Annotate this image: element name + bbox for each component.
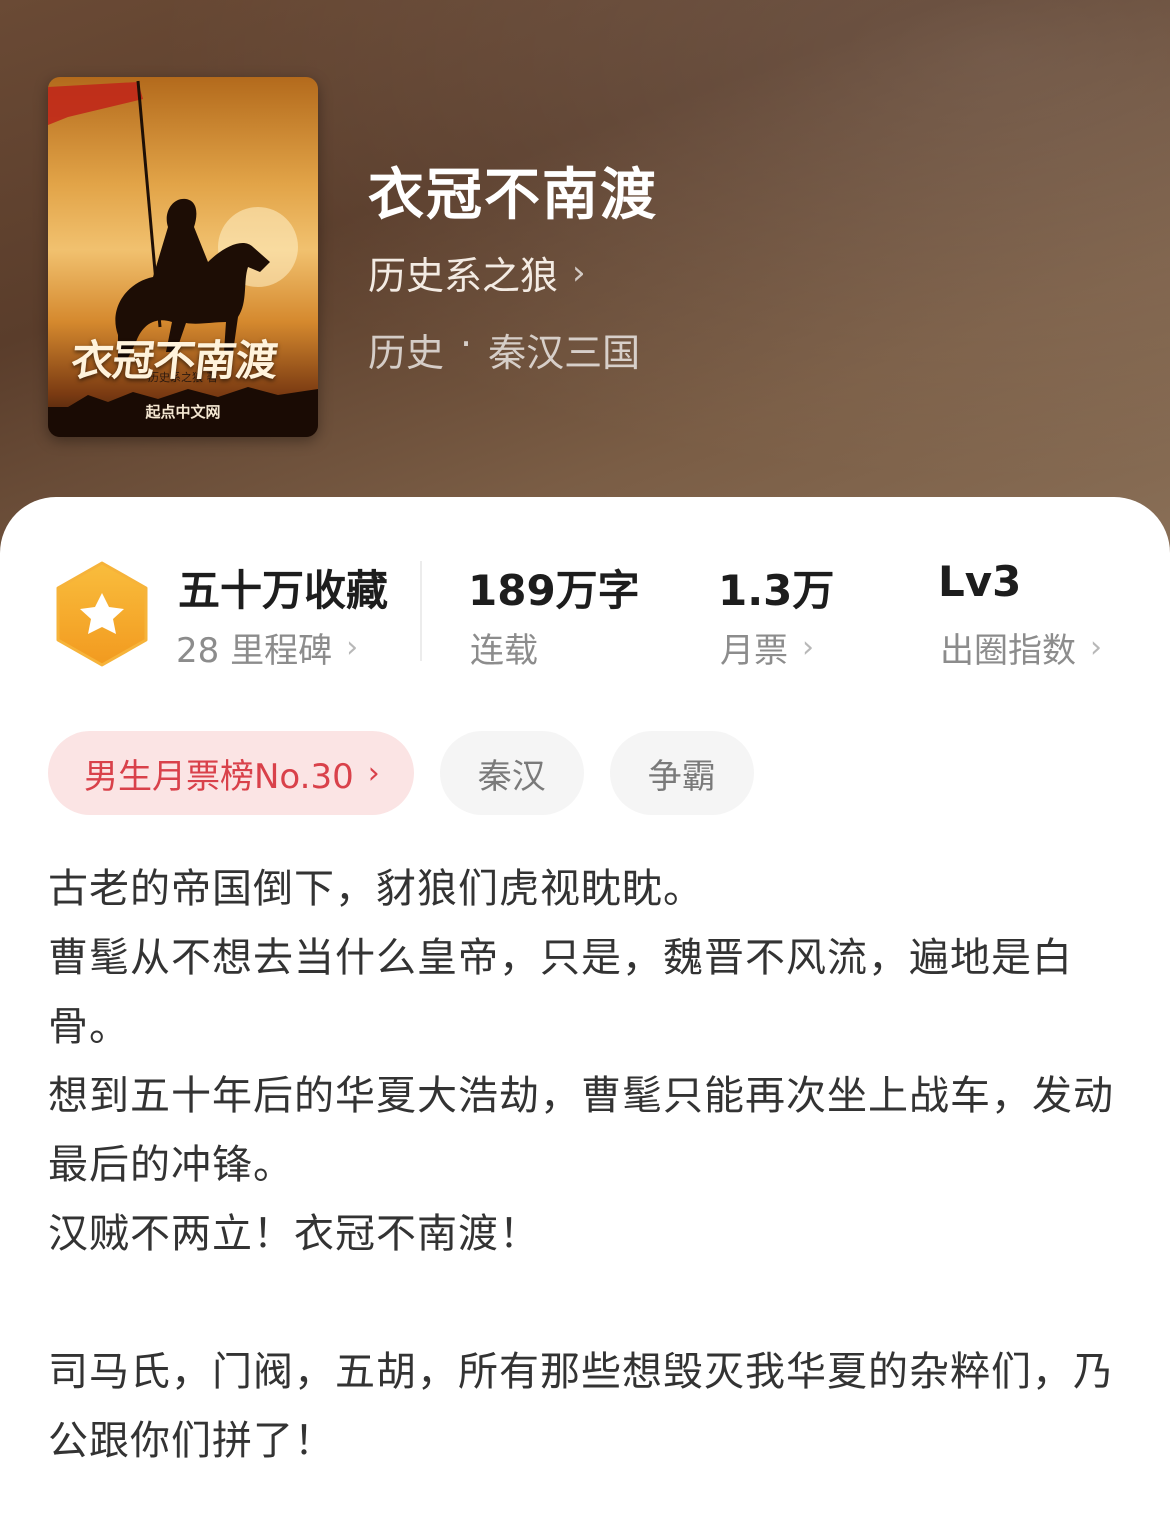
stats-row: 五十万收藏 28 里程碑 › 189万字 连载 1.3万 月票 › Lv3 出圈…: [0, 557, 1170, 677]
serial-status-label: 连载: [470, 631, 538, 671]
chevron-right-icon: ›: [346, 630, 359, 665]
tag-zhengba[interactable]: 争霸: [609, 731, 754, 815]
popularity-level-value: Lv3: [938, 557, 1022, 606]
chevron-right-icon: ›: [802, 630, 814, 665]
cover-title: 衣冠不南渡: [69, 336, 280, 385]
monthly-ticket-value: 1.3万: [718, 566, 835, 615]
stats-divider: [420, 561, 422, 661]
collection-value: 五十万收藏: [178, 566, 389, 615]
popularity-index-label: 出圈指数: [940, 631, 1076, 671]
author-name: 历史系之狼: [368, 254, 559, 298]
popularity-index-link[interactable]: 出圈指数 ›: [940, 623, 1102, 672]
tag-label: 争霸: [647, 756, 716, 797]
chevron-right-icon: ›: [367, 755, 380, 791]
star-badge-icon: [56, 561, 148, 667]
chevron-right-icon: ›: [1090, 630, 1102, 665]
ranking-tag-label: 男生月票榜No.30: [84, 756, 354, 797]
separator: ·: [460, 322, 473, 366]
description-paragraph: 司马氏，门阀，五胡，所有那些想毁灭我华夏的杂粹们，乃公跟你们拼了！: [48, 1349, 1114, 1464]
tag-qinhan[interactable]: 秦汉: [439, 731, 584, 815]
category: 历史: [368, 331, 445, 375]
serial-status: 连载: [470, 623, 538, 672]
ranking-tag[interactable]: 男生月票榜No.30 ›: [48, 731, 414, 815]
description-paragraph: 古老的帝国倒下，豺狼们虎视眈眈。: [48, 866, 704, 912]
book-description: 古老的帝国倒下，豺狼们虎视眈眈。 曹髦从不想去当什么皇帝，只是，魏晋不风流，遍地…: [48, 855, 1122, 1476]
tag-label: 秦汉: [477, 756, 546, 797]
milestone-link[interactable]: 28 里程碑 ›: [176, 623, 358, 672]
description-paragraph: 曹髦从不想去当什么皇帝，只是，魏晋不风流，遍地是白骨。: [48, 935, 1073, 1050]
cover-publisher: 起点中文网: [145, 403, 221, 421]
description-paragraph: 想到五十年后的华夏大浩劫，曹髦只能再次坐上战车，发动最后的冲锋。: [48, 1073, 1114, 1188]
word-count-value: 189万字: [468, 566, 640, 615]
monthly-ticket-label: 月票: [720, 631, 788, 671]
tag-list: 男生月票榜No.30 › 秦汉 争霸: [48, 731, 754, 815]
milestone-label: 28 里程碑: [176, 631, 333, 671]
book-detail-card: 五十万收藏 28 里程碑 › 189万字 连载 1.3万 月票 › Lv3 出圈…: [0, 497, 1170, 1530]
author-link[interactable]: 历史系之狼 ›: [368, 245, 586, 300]
book-cover[interactable]: 历史系之狼 著 衣冠不南渡 起点中文网: [48, 77, 318, 437]
chevron-right-icon: ›: [572, 252, 586, 293]
subcategory: 秦汉三国: [488, 331, 641, 375]
monthly-ticket-link[interactable]: 月票 ›: [720, 623, 814, 672]
description-blank-line: [48, 1269, 1122, 1338]
book-title: 衣冠不南渡: [368, 163, 658, 228]
description-paragraph: 汉贼不两立！衣冠不南渡！: [48, 1211, 540, 1257]
genre-info: 历史 · 秦汉三国: [368, 322, 640, 377]
